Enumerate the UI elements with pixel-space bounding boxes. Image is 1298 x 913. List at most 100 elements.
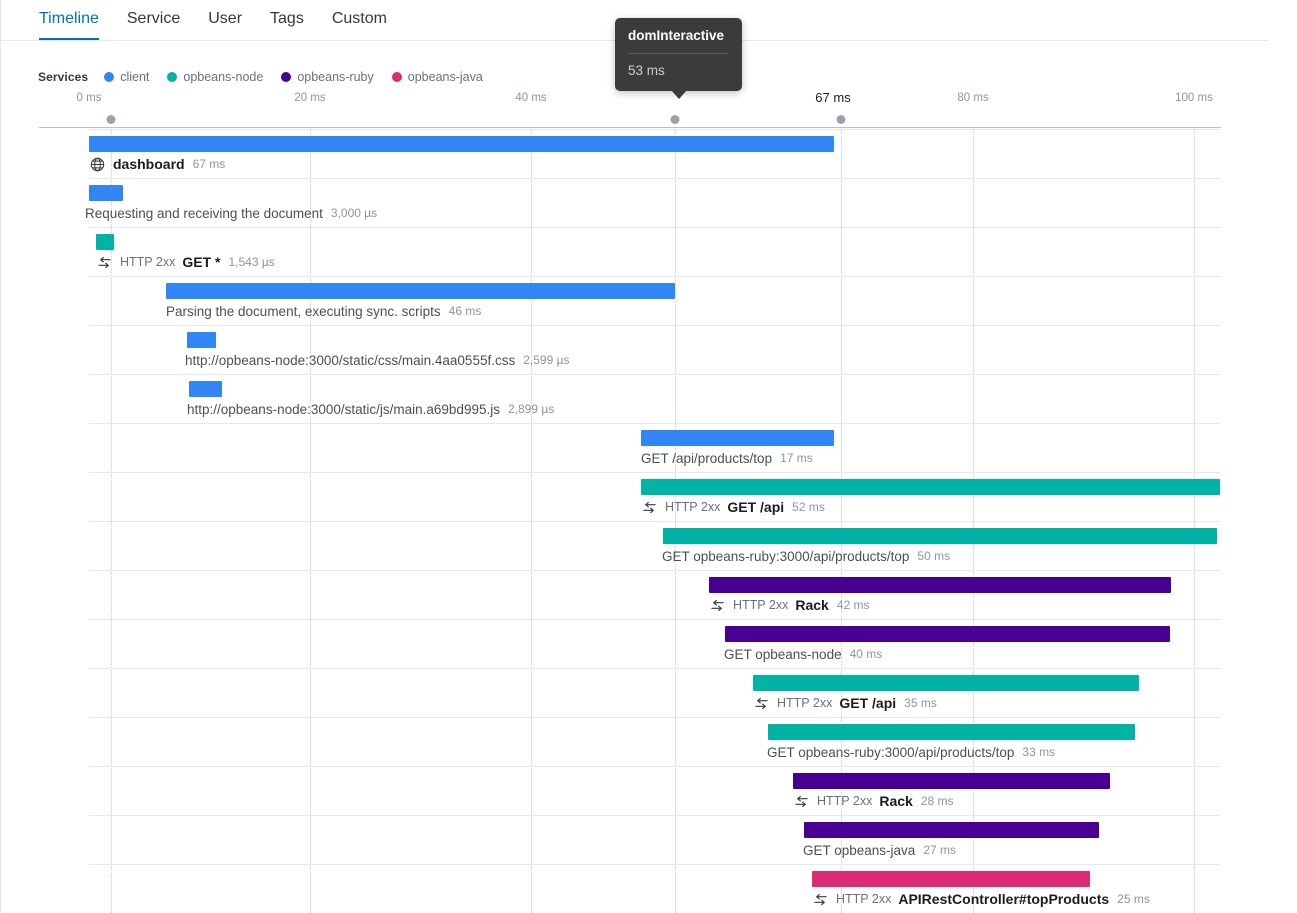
dom-complete-marker[interactable] [836, 115, 846, 124]
timeline-axis: 0 ms 20 ms 40 ms 67 ms 80 ms 100 ms [1, 90, 1269, 128]
row-separator [89, 815, 1220, 816]
waterfall-row-label: http://opbeans-node:3000/static/css/main… [185, 351, 570, 369]
waterfall-row[interactable]: GET opbeans-ruby:3000/api/products/top 50… [1, 521, 1269, 570]
waterfall-chart: dashboard 67 ms Requesting and receiving t… [1, 129, 1269, 913]
legend-dot-icon [391, 72, 402, 82]
legend-title: Services [38, 70, 89, 84]
row-separator [89, 325, 1220, 326]
legend-item-opbeans-java[interactable]: opbeans-java [391, 70, 483, 84]
row-separator [89, 227, 1220, 228]
waterfall-bar[interactable] [187, 332, 216, 348]
span-name-label: GET /api [839, 695, 897, 711]
row-separator [89, 619, 1220, 620]
waterfall-row-label: HTTP 2xx Rack 28 ms [793, 792, 954, 810]
waterfall-bar[interactable] [753, 675, 1139, 691]
waterfall-row-label: Requesting and receiving the document 3,0… [85, 204, 377, 222]
http-status-label: HTTP 2xx [777, 696, 833, 710]
duration-label: 46 ms [448, 304, 482, 318]
legend-dot-icon [167, 72, 178, 82]
waterfall-bar[interactable] [709, 577, 1171, 593]
waterfall-row[interactable]: GET opbeans-node 40 ms [1, 619, 1269, 668]
waterfall-bar[interactable] [793, 773, 1110, 789]
tab-service[interactable]: Service [127, 0, 180, 40]
waterfall-bar[interactable] [641, 430, 834, 446]
waterfall-bar[interactable] [812, 871, 1090, 887]
tab-user[interactable]: User [208, 0, 242, 40]
waterfall-bar[interactable] [96, 234, 114, 250]
span-icon [709, 597, 726, 614]
waterfall-row-label: HTTP 2xx APIRestController#topProducts 25 … [812, 890, 1150, 908]
row-separator [89, 717, 1220, 718]
row-separator [89, 374, 1220, 375]
duration-label: 50 ms [917, 549, 951, 563]
waterfall-row[interactable]: HTTP 2xx Rack 42 ms [1, 570, 1269, 619]
waterfall-row-label: dashboard 67 ms [89, 155, 225, 173]
waterfall-row[interactable]: HTTP 2xx APIRestController#topProducts 25 … [1, 864, 1269, 913]
waterfall-row-label: HTTP 2xx GET /api 35 ms [753, 694, 937, 712]
tab-custom[interactable]: Custom [332, 0, 387, 40]
transaction-timeline-page: Timeline Service User Tags Custom Servic… [0, 0, 1298, 913]
waterfall-row[interactable]: HTTP 2xx GET * 1,543 µs [1, 227, 1269, 276]
tooltip-arrow-icon [670, 90, 687, 100]
waterfall-row[interactable]: HTTP 2xx GET /api 52 ms [1, 472, 1269, 521]
waterfall-row-label: Parsing the document, executing sync. sc… [166, 302, 481, 320]
row-separator [89, 668, 1220, 669]
waterfall-bar[interactable] [725, 626, 1170, 642]
waterfall-bar[interactable] [89, 136, 834, 152]
start-marker[interactable] [106, 115, 116, 124]
waterfall-row-label: GET /api/products/top 17 ms [641, 449, 813, 467]
http-status-label: HTTP 2xx [733, 598, 789, 612]
legend-label: client [120, 70, 150, 84]
waterfall-row[interactable]: HTTP 2xx GET /api 35 ms [1, 668, 1269, 717]
duration-label: 25 ms [1117, 892, 1150, 906]
waterfall-row[interactable]: http://opbeans-node:3000/static/css/main… [1, 325, 1269, 374]
row-separator [89, 276, 1220, 277]
duration-label: 1,543 µs [228, 255, 275, 269]
span-name-label: GET opbeans-java [803, 842, 916, 858]
waterfall-row[interactable]: http://opbeans-node:3000/static/js/main.… [1, 374, 1269, 423]
waterfall-bar[interactable] [663, 528, 1217, 544]
waterfall-row[interactable]: Parsing the document, executing sync. sc… [1, 276, 1269, 325]
waterfall-row[interactable]: GET /api/products/top 17 ms [1, 423, 1269, 472]
span-icon [96, 254, 113, 271]
tab-timeline[interactable]: Timeline [39, 0, 99, 40]
waterfall-bar[interactable] [804, 822, 1099, 838]
waterfall-row-label: HTTP 2xx Rack 42 ms [709, 596, 870, 614]
legend-label: opbeans-ruby [297, 70, 374, 84]
waterfall-row[interactable]: dashboard 67 ms [1, 129, 1269, 178]
span-name-label: GET /api/products/top [641, 450, 773, 466]
row-separator [89, 129, 1220, 130]
axis-tick-label: 0 ms [76, 92, 102, 104]
waterfall-bar[interactable] [189, 381, 222, 397]
waterfall-row-label: GET opbeans-java 27 ms [803, 841, 956, 859]
duration-label: 40 ms [849, 647, 883, 661]
http-status-label: HTTP 2xx [665, 500, 721, 514]
duration-label: 42 ms [836, 598, 870, 612]
row-separator [89, 423, 1220, 424]
dom-interactive-marker[interactable] [670, 115, 680, 124]
waterfall-bar[interactable] [641, 479, 1220, 495]
axis-tick-label: 80 ms [957, 92, 989, 104]
span-name-label: Rack [879, 793, 913, 809]
span-icon [753, 695, 770, 712]
axis-tick-label: 67 ms [815, 90, 851, 105]
row-separator [89, 178, 1220, 179]
http-status-label: HTTP 2xx [817, 794, 873, 808]
legend-label: opbeans-node [183, 70, 264, 84]
waterfall-bar[interactable] [89, 185, 123, 201]
row-separator [89, 521, 1220, 522]
waterfall-row[interactable]: HTTP 2xx Rack 28 ms [1, 766, 1269, 815]
waterfall-row[interactable]: Requesting and receiving the document 3,0… [1, 178, 1269, 227]
legend-item-opbeans-ruby[interactable]: opbeans-ruby [281, 70, 374, 84]
waterfall-bar[interactable] [768, 724, 1135, 740]
waterfall-row-label: GET opbeans-node 40 ms [724, 645, 882, 663]
span-name-label: GET /api [727, 499, 785, 515]
span-name-label: Requesting and receiving the document [85, 205, 323, 221]
waterfall-row[interactable]: GET opbeans-java 27 ms [1, 815, 1269, 864]
waterfall-row[interactable]: GET opbeans-ruby:3000/api/products/top 33… [1, 717, 1269, 766]
tab-tags[interactable]: Tags [270, 0, 304, 40]
legend-item-opbeans-node[interactable]: opbeans-node [167, 70, 263, 84]
waterfall-bar[interactable] [166, 283, 675, 299]
waterfall-row-label: HTTP 2xx GET /api 52 ms [641, 498, 825, 516]
legend-item-client[interactable]: client [104, 70, 149, 84]
